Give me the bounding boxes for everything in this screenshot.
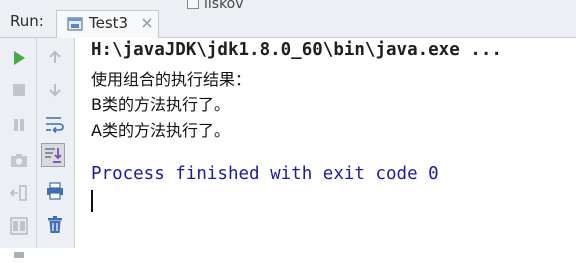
layout-icon (10, 217, 28, 235)
tab-test3[interactable]: Test3 (56, 10, 159, 38)
previous-occurrence-button[interactable] (43, 45, 67, 69)
output-line-2: B类的方法执行了。 (91, 95, 230, 114)
camera-icon (11, 154, 27, 167)
print-button[interactable] (43, 179, 67, 203)
tab-title: Test3 (89, 14, 129, 32)
pause-icon (14, 119, 24, 131)
arrow-up-icon (49, 50, 61, 63)
output-line-1: 使用组合的执行结果： (91, 70, 252, 89)
rerun-button[interactable] (7, 46, 31, 70)
background-tab-label: liskov (204, 0, 244, 12)
pin-icon (14, 252, 24, 258)
application-icon (67, 17, 83, 31)
console-output[interactable]: H:\javaJDK\jdk1.8.0_60\bin\java.exe ... … (74, 38, 576, 248)
run-tool-window-header: liskov Run: Test3 (0, 0, 576, 38)
text-cursor (91, 190, 93, 212)
soft-wrap-icon (46, 117, 64, 133)
scroll-to-end-button[interactable] (41, 143, 65, 167)
trash-icon (48, 216, 62, 233)
process-finished-message: Process finished with exit code 0 (91, 164, 439, 184)
soft-wrap-button[interactable] (43, 112, 67, 136)
clear-all-button[interactable] (43, 213, 67, 237)
scroll-to-end-icon (45, 148, 62, 163)
next-occurrence-button[interactable] (43, 78, 67, 102)
login-icon (10, 185, 27, 201)
stop-icon (13, 84, 25, 96)
stop-button[interactable] (7, 78, 31, 102)
run-icon (14, 51, 25, 65)
pause-button[interactable] (7, 113, 31, 137)
run-toolbar (0, 38, 74, 258)
toolbar-divider (36, 38, 37, 248)
layout-button[interactable] (7, 214, 31, 238)
print-icon (47, 182, 63, 200)
arrow-down-icon (49, 84, 61, 97)
output-line-3: A类的方法执行了。 (91, 121, 230, 140)
pin-button[interactable] (7, 243, 31, 267)
run-label: Run: (10, 12, 44, 30)
restore-layout-button[interactable] (7, 181, 31, 205)
close-icon[interactable] (140, 16, 154, 30)
dump-threads-button[interactable] (7, 148, 31, 172)
folder-icon (187, 0, 199, 9)
command-line: H:\javaJDK\jdk1.8.0_60\bin\java.exe ... (91, 40, 502, 60)
